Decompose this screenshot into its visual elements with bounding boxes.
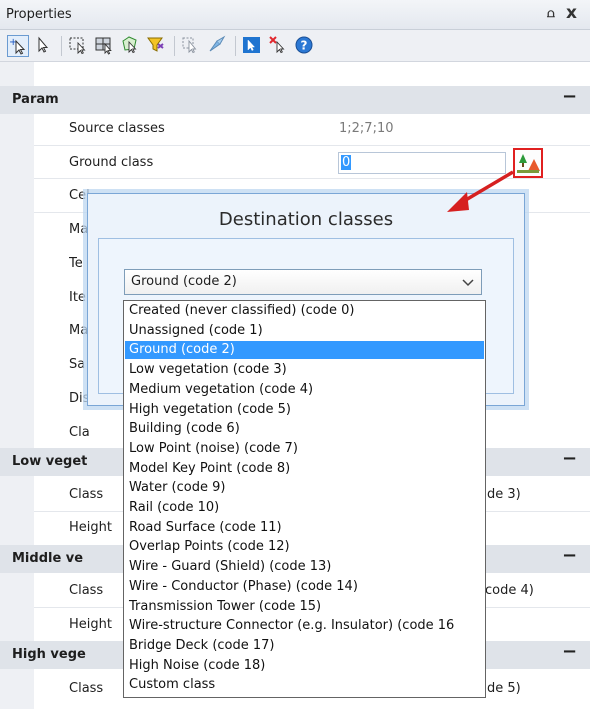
dropdown-option[interactable]: Custom class	[125, 676, 484, 694]
property-label-ite: Ite	[69, 290, 86, 305]
combobox-value: Ground (code 2)	[131, 274, 237, 289]
dropdown-option[interactable]: Ground (code 2)	[125, 341, 484, 359]
property-label-ma: Ma	[69, 222, 89, 237]
property-label-height: Height	[69, 617, 112, 632]
chevron-down-icon[interactable]	[461, 272, 475, 296]
property-value-source-classes[interactable]: 1;2;7;10	[339, 121, 394, 136]
dropdown-option[interactable]: Unassigned (code 1)	[125, 322, 484, 340]
row-divider	[34, 145, 590, 146]
destination-class-combobox[interactable]: Ground (code 2)	[124, 269, 482, 295]
property-label-class: Class	[69, 583, 104, 598]
category-label: Param	[12, 92, 59, 107]
dropdown-option[interactable]: High vegetation (code 5)	[125, 401, 484, 419]
select-grid-icon[interactable]	[94, 35, 116, 57]
dropdown-option[interactable]: Low Point (noise) (code 7)	[125, 440, 484, 458]
annotation-arrow	[447, 170, 514, 212]
select-polygon-icon[interactable]	[120, 35, 142, 57]
property-value-class[interactable]: code 4)	[485, 583, 534, 598]
add-selection-icon[interactable]: +	[7, 35, 29, 57]
property-label-height: Height	[69, 520, 112, 535]
select-pointer-icon[interactable]	[33, 35, 55, 57]
close-icon[interactable]: x	[566, 3, 577, 23]
dropdown-option[interactable]: Medium vegetation (code 4)	[125, 381, 484, 399]
property-label-source-classes: Source classes	[69, 121, 165, 136]
dropdown-option[interactable]: Rail (code 10)	[125, 499, 484, 517]
property-label-te: Te	[69, 256, 83, 271]
toolbar-separator	[174, 36, 175, 56]
help-icon[interactable]: ?	[294, 35, 316, 57]
dropdown-option[interactable]: Bridge Deck (code 17)	[125, 637, 484, 655]
dropdown-option[interactable]: Low vegetation (code 3)	[125, 361, 484, 379]
select-rectangle-icon[interactable]	[68, 35, 90, 57]
dropdown-option[interactable]: Overlap Points (code 12)	[125, 538, 484, 556]
grid-gutter	[0, 62, 34, 709]
dropdown-option[interactable]: Model Key Point (code 8)	[125, 460, 484, 478]
remove-selection-icon[interactable]	[268, 35, 290, 57]
property-label-sa: Sa	[69, 357, 86, 372]
collapse-icon[interactable]: −	[562, 448, 577, 469]
collapse-icon[interactable]: −	[562, 641, 577, 662]
property-value-class[interactable]: de 3)	[487, 487, 521, 502]
destination-class-dropdown[interactable]: Created (never classified) (code 0) Unass…	[123, 300, 486, 698]
category-label: Middle ve	[12, 551, 84, 566]
properties-title-bar: Properties ⩍ x	[0, 0, 590, 30]
property-value-class[interactable]: de 5)	[487, 681, 521, 696]
collapse-icon[interactable]: −	[562, 545, 577, 566]
category-label: High vege	[12, 647, 86, 662]
toolbar-separator	[235, 36, 236, 56]
property-label-class: Class	[69, 487, 104, 502]
filter-icon[interactable]	[146, 35, 168, 57]
ground-class-value: 0	[341, 155, 352, 170]
dropdown-option[interactable]: Road Surface (code 11)	[125, 519, 484, 537]
panel-title: Properties	[6, 7, 72, 22]
pin-icon[interactable]: ⩍	[547, 6, 555, 21]
dropdown-option[interactable]: Transmission Tower (code 15)	[125, 598, 484, 616]
class-picker-icon[interactable]	[513, 148, 543, 178]
pointer-blue-icon[interactable]	[242, 35, 264, 57]
property-label-class: Class	[69, 681, 104, 696]
property-label-ground-class: Ground class	[69, 155, 154, 170]
dropdown-option[interactable]: Wire - Conductor (Phase) (code 14)	[125, 578, 484, 596]
select-brush-icon[interactable]	[207, 35, 229, 57]
dropdown-option[interactable]: High Noise (code 18)	[125, 657, 484, 675]
select-points-icon[interactable]	[181, 35, 203, 57]
dropdown-option[interactable]: Wire - Guard (Shield) (code 13)	[125, 558, 484, 576]
collapse-icon[interactable]: −	[562, 86, 577, 107]
toolbar: + ?	[0, 30, 590, 62]
category-param[interactable]: Param −	[0, 86, 590, 114]
property-label-ma2: Ma	[69, 323, 89, 338]
property-label-cla: Cla	[69, 425, 90, 440]
svg-text:?: ?	[301, 39, 308, 53]
dropdown-option[interactable]: Water (code 9)	[125, 479, 484, 497]
dropdown-option[interactable]: Building (code 6)	[125, 420, 484, 438]
toolbar-separator	[61, 36, 62, 56]
dropdown-option[interactable]: Created (never classified) (code 0)	[125, 302, 484, 320]
category-label: Low veget	[12, 454, 88, 469]
dropdown-option[interactable]: Wire-structure Connector (e.g. Insulator…	[125, 617, 484, 635]
